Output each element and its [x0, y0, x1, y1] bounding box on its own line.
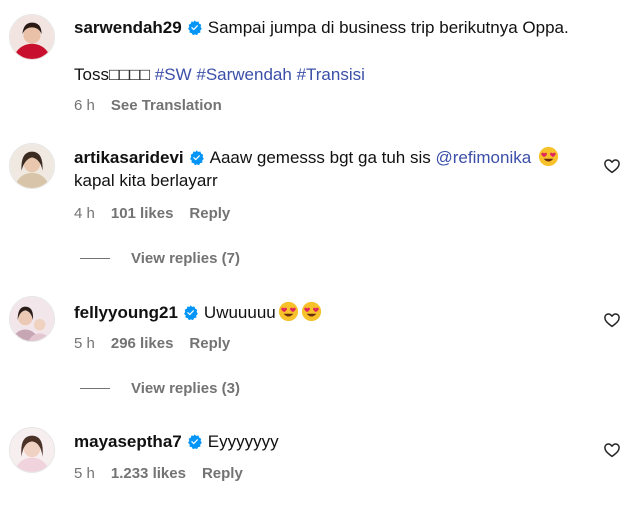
like-heart-icon[interactable] — [603, 157, 621, 175]
avatar-sarwendah29[interactable] — [9, 14, 55, 60]
view-replies-label: View replies (7) — [131, 250, 240, 267]
caption-toss: Toss — [74, 65, 109, 84]
caption-line1: sarwendah29 Sampai jumpa di business trip… — [74, 17, 569, 39]
comment-2-reply-button[interactable]: Reply — [189, 335, 230, 352]
comment-2-time[interactable]: 5 h — [74, 335, 95, 352]
divider-line — [80, 258, 110, 259]
like-heart-icon[interactable] — [603, 311, 621, 329]
avatar-mayaseptha7[interactable] — [9, 427, 55, 473]
username-sarwendah29[interactable]: sarwendah29 — [74, 18, 182, 37]
verified-badge-icon — [187, 20, 202, 35]
comment-2-likes[interactable]: 296 likes — [111, 335, 174, 352]
divider-line — [80, 388, 110, 389]
hashtag-sarwendah[interactable]: #Sarwendah — [196, 65, 291, 84]
caption-unrendered-glyphs: □□□□ — [108, 65, 151, 84]
caption-text: Sampai jumpa di business trip berikutnya… — [207, 18, 569, 37]
comment-2-line1: fellyyoung21 Uwuuuuu — [74, 301, 322, 324]
comment-1-reply-button[interactable]: Reply — [189, 205, 230, 222]
comment-3-line1: mayaseptha7 Eyyyyyyy — [74, 431, 279, 453]
verified-badge-icon — [189, 150, 204, 165]
comment-3-likes[interactable]: 1.233 likes — [111, 465, 186, 482]
comment-3-reply-button[interactable]: Reply — [202, 465, 243, 482]
comment-3-text: Eyyyyyyy — [207, 432, 279, 451]
avatar-artikasaridevi[interactable] — [9, 143, 55, 189]
heart-eyes-emoji-icon — [538, 146, 559, 167]
username-mayaseptha7[interactable]: mayaseptha7 — [74, 432, 182, 451]
comment-1-meta: 4 h 101 likes Reply — [74, 205, 246, 222]
comment-1-line2: kapal kita berlayarr — [74, 171, 218, 190]
hashtag-transisi[interactable]: #Transisi — [297, 65, 365, 84]
username-fellyyoung21[interactable]: fellyyoung21 — [74, 303, 178, 322]
comment-2-view-replies-button[interactable]: View replies (3) — [80, 380, 240, 397]
caption-time[interactable]: 6 h — [74, 97, 95, 114]
comment-2-meta: 5 h 296 likes Reply — [74, 335, 246, 352]
heart-eyes-emoji-icon — [278, 301, 299, 322]
like-heart-icon[interactable] — [603, 441, 621, 459]
see-translation-button[interactable]: See Translation — [111, 97, 222, 114]
username-artikasaridevi[interactable]: artikasaridevi — [74, 148, 184, 167]
caption-line2: Toss□□□□ #SW #Sarwendah #Transisi — [74, 64, 365, 86]
mention-refimonika[interactable]: @refimonika — [436, 148, 532, 167]
heart-eyes-emoji-icon — [301, 301, 322, 322]
comment-1-likes[interactable]: 101 likes — [111, 205, 174, 222]
verified-badge-icon — [183, 305, 198, 320]
view-replies-label: View replies (3) — [131, 380, 240, 397]
comment-3-time[interactable]: 5 h — [74, 465, 95, 482]
comment-1-view-replies-button[interactable]: View replies (7) — [80, 250, 240, 267]
comment-1-line1: artikasaridevi Aaaw gemesss bgt ga tuh si… — [74, 146, 559, 169]
caption-meta: 6 h See Translation — [74, 97, 238, 114]
comment-2-text: Uwuuuuu — [203, 303, 276, 322]
comment-3-meta: 5 h 1.233 likes Reply — [74, 465, 259, 482]
comment-1-text: Aaaw gemesss bgt ga tuh sis — [209, 148, 431, 167]
comment-1-time[interactable]: 4 h — [74, 205, 95, 222]
hashtag-sw[interactable]: #SW — [155, 65, 192, 84]
verified-badge-icon — [187, 434, 202, 449]
avatar-fellyyoung21[interactable] — [9, 296, 55, 342]
